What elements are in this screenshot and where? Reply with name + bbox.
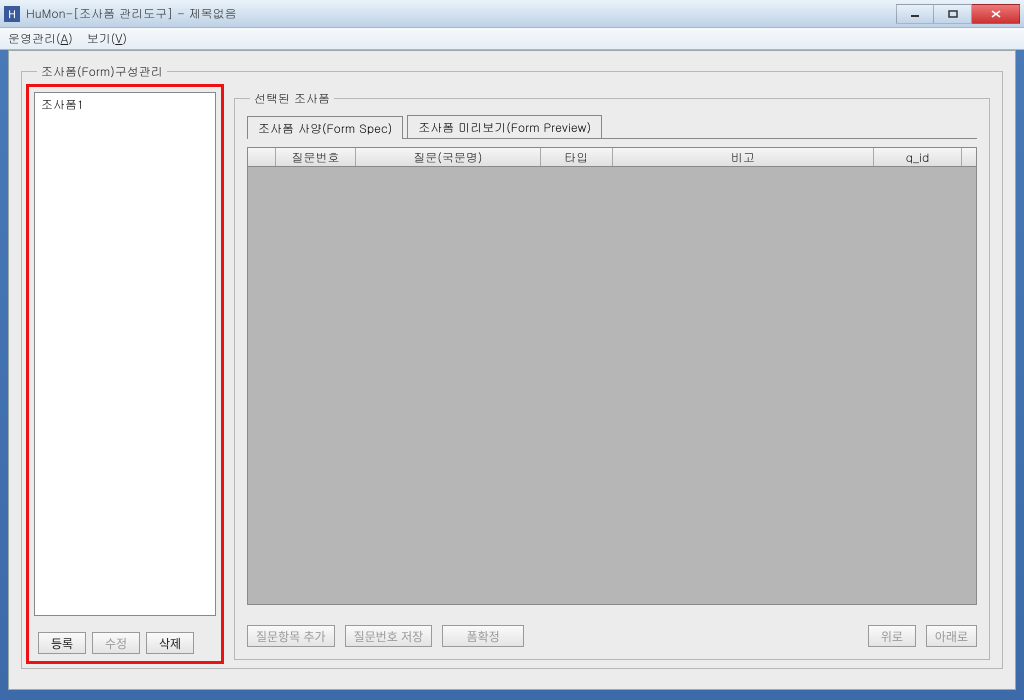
spacer (534, 625, 858, 647)
grid-header: 질문번호 질문(국문명) 타입 비고 q_id (247, 147, 977, 167)
col-question-no[interactable]: 질문번호 (276, 148, 356, 166)
col-question-kr[interactable]: 질문(국문명) (356, 148, 541, 166)
col-note[interactable]: 비고 (613, 148, 874, 166)
app-icon: H (4, 6, 20, 22)
selected-form-fieldset: 선택된 조사폼 조사폼 사양(Form Spec) 조사폼 미리보기(Form … (234, 90, 990, 660)
finalize-button[interactable]: 폼확정 (442, 625, 524, 647)
modify-button[interactable]: 수정 (92, 632, 140, 654)
save-question-button[interactable]: 질문번호 저장 (345, 625, 433, 647)
menu-item-view[interactable]: 보기(V) (87, 30, 127, 47)
grid-body[interactable] (247, 167, 977, 605)
tabstrip: 조사폼 사양(Form Spec) 조사폼 미리보기(Form Preview) (247, 115, 977, 139)
col-qid[interactable]: q_id (874, 148, 962, 166)
move-up-button[interactable]: 위로 (868, 625, 916, 647)
question-grid: 질문번호 질문(국문명) 타입 비고 q_id (247, 147, 977, 605)
list-item[interactable]: 조사폼1 (39, 95, 211, 114)
tab-form-preview[interactable]: 조사폼 미리보기(Form Preview) (407, 115, 602, 138)
minimize-button[interactable] (896, 4, 934, 24)
close-icon (991, 10, 1001, 18)
window-title: HuMon-[조사폼 관리도구] - 제목없음 (26, 5, 237, 22)
col-type[interactable]: 타입 (541, 148, 613, 166)
question-buttons: 질문항목 추가 질문번호 저장 폼확정 위로 아래로 (247, 625, 977, 647)
form-management-fieldset: 조사폼(Form)구성관리 조사폼1 등록 수정 삭제 선택된 조사폼 조사폼 … (21, 63, 1003, 669)
maximize-button[interactable] (934, 4, 972, 24)
menubar: 운영관리(A) 보기(V) (0, 28, 1024, 50)
form-management-legend: 조사폼(Form)구성관리 (37, 63, 167, 80)
form-listbox[interactable]: 조사폼1 (34, 92, 216, 616)
register-button[interactable]: 등록 (38, 632, 86, 654)
form-list-panel: 조사폼1 등록 수정 삭제 (30, 90, 220, 660)
delete-button[interactable]: 삭제 (146, 632, 194, 654)
window-buttons (896, 4, 1020, 24)
client-area: 조사폼(Form)구성관리 조사폼1 등록 수정 삭제 선택된 조사폼 조사폼 … (8, 50, 1016, 690)
close-button[interactable] (972, 4, 1020, 24)
titlebar: H HuMon-[조사폼 관리도구] - 제목없음 (0, 0, 1024, 28)
add-question-button[interactable]: 질문항목 추가 (247, 625, 335, 647)
menu-item-operation[interactable]: 운영관리(A) (8, 30, 73, 47)
move-down-button[interactable]: 아래로 (926, 625, 977, 647)
tab-form-spec[interactable]: 조사폼 사양(Form Spec) (247, 116, 403, 139)
grid-row-header (248, 148, 276, 166)
minimize-icon (910, 10, 920, 18)
selected-form-legend: 선택된 조사폼 (250, 90, 334, 107)
maximize-icon (948, 10, 958, 18)
form-list-buttons: 등록 수정 삭제 (38, 632, 212, 654)
grid-scrollbar-spacer (962, 148, 976, 166)
